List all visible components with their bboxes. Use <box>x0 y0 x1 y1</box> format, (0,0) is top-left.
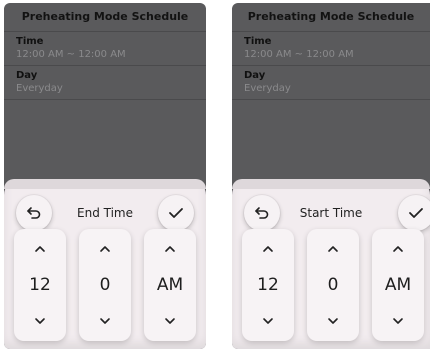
ampm-down-button[interactable] <box>144 309 196 333</box>
hour-down-button[interactable] <box>242 309 294 333</box>
chevron-down-icon <box>100 318 110 324</box>
day-value: Everyday <box>16 83 63 94</box>
checkmark-icon <box>169 208 183 218</box>
hour-up-button[interactable] <box>242 237 294 261</box>
hour-up-button[interactable] <box>14 237 66 261</box>
ampm-up-button[interactable] <box>372 237 424 261</box>
hour-picker[interactable]: 12 <box>14 229 66 341</box>
time-field[interactable]: Time 12:00 AM ~ 12:00 AM <box>4 32 206 66</box>
hour-picker[interactable]: 12 <box>242 229 294 341</box>
end-time-screen: Preheating Mode Schedule Time 12:00 AM ~… <box>4 3 206 349</box>
time-label: Time <box>16 36 44 47</box>
hour-value: 12 <box>257 275 279 295</box>
confirm-button[interactable] <box>398 195 430 231</box>
minute-picker[interactable]: 0 <box>307 229 359 341</box>
minute-picker[interactable]: 0 <box>79 229 131 341</box>
time-value: 12:00 AM ~ 12:00 AM <box>244 49 354 60</box>
chevron-up-icon <box>35 246 45 252</box>
day-label: Day <box>16 70 38 81</box>
chevron-down-icon <box>263 318 273 324</box>
time-field[interactable]: Time 12:00 AM ~ 12:00 AM <box>232 32 430 66</box>
ampm-up-button[interactable] <box>144 237 196 261</box>
day-field[interactable]: Day Everyday <box>232 66 430 100</box>
picker-header: Start Time <box>232 189 430 233</box>
day-label: Day <box>244 70 266 81</box>
chevron-up-icon <box>393 246 403 252</box>
ampm-down-button[interactable] <box>372 309 424 333</box>
time-picker-sheet: End Time 12 0 AM <box>4 179 206 349</box>
start-time-screen: Preheating Mode Schedule Time 12:00 AM ~… <box>232 3 430 349</box>
minute-up-button[interactable] <box>79 237 131 261</box>
minute-value: 0 <box>99 275 111 295</box>
ampm-picker[interactable]: AM <box>144 229 196 341</box>
chevron-down-icon <box>328 318 338 324</box>
time-value: 12:00 AM ~ 12:00 AM <box>16 49 126 60</box>
minute-down-button[interactable] <box>79 309 131 333</box>
hour-down-button[interactable] <box>14 309 66 333</box>
ampm-value: AM <box>156 275 184 295</box>
chevron-up-icon <box>328 246 338 252</box>
ampm-value: AM <box>384 275 412 295</box>
chevron-down-icon <box>165 318 175 324</box>
minute-up-button[interactable] <box>307 237 359 261</box>
chevron-down-icon <box>35 318 45 324</box>
chevron-up-icon <box>263 246 273 252</box>
confirm-button[interactable] <box>158 195 194 231</box>
checkmark-icon <box>409 208 423 218</box>
schedule-title: Preheating Mode Schedule <box>232 3 430 32</box>
ampm-picker[interactable]: AM <box>372 229 424 341</box>
chevron-up-icon <box>100 246 110 252</box>
day-field[interactable]: Day Everyday <box>4 66 206 100</box>
minute-down-button[interactable] <box>307 309 359 333</box>
chevron-up-icon <box>165 246 175 252</box>
hour-value: 12 <box>29 275 51 295</box>
time-picker-sheet: Start Time 12 0 AM <box>232 179 430 349</box>
time-label: Time <box>244 36 272 47</box>
schedule-title: Preheating Mode Schedule <box>4 3 206 32</box>
minute-value: 0 <box>327 275 339 295</box>
picker-header: End Time <box>4 189 206 233</box>
day-value: Everyday <box>244 83 291 94</box>
chevron-down-icon <box>393 318 403 324</box>
